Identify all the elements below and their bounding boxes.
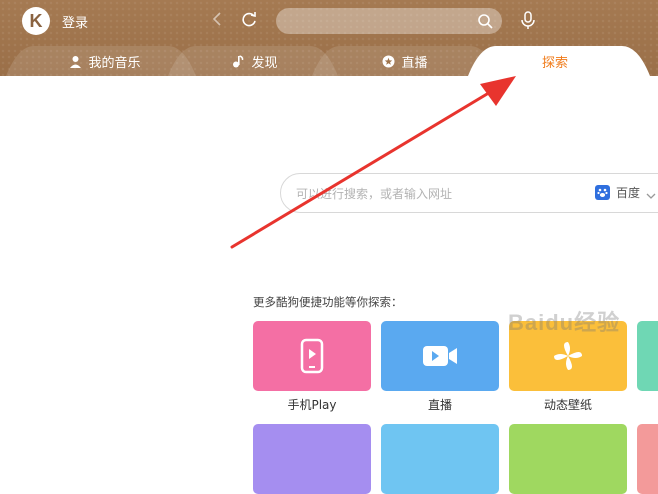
login-link[interactable]: 登录 [62, 12, 88, 31]
phone-play-icon [300, 338, 324, 374]
tile-row2-2[interactable] [381, 424, 499, 494]
chevron-down-icon [646, 189, 656, 199]
music-note-icon [232, 54, 245, 68]
tile-mobile-play[interactable] [253, 321, 371, 391]
tab-my-music[interactable]: 我的音乐 [40, 46, 170, 76]
microphone-icon[interactable] [518, 9, 538, 31]
more-features-label: 更多酷狗便捷功能等你探索： [253, 295, 403, 309]
tile-label: 手机Play [287, 398, 337, 412]
top-bar: K 登录 我的音乐 发现 直播 探索 [0, 0, 658, 76]
watermark-logo: Baidu经验 [508, 310, 621, 335]
pinwheel-icon [554, 342, 582, 370]
tab-label: 直播 [401, 55, 428, 71]
tile-partial[interactable] [637, 321, 658, 391]
explore-search-placeholder: 可以进行搜索，或者输入网址 [296, 187, 453, 201]
tile-label: 动态壁纸 [543, 398, 592, 412]
baidu-paw-icon [595, 185, 610, 200]
search-engine-label: 百度 [616, 186, 641, 200]
top-search-input[interactable] [276, 8, 502, 34]
tile-row2-3[interactable] [509, 424, 627, 494]
logo-letter: K [29, 10, 43, 31]
back-icon[interactable] [210, 9, 226, 29]
kugou-logo[interactable]: K [22, 7, 50, 35]
user-icon [69, 55, 82, 68]
search-icon[interactable] [476, 12, 494, 30]
tab-label: 探索 [541, 55, 568, 71]
tab-live[interactable]: 直播 [345, 46, 465, 76]
explore-page: 可以进行搜索，或者输入网址 百度 更多酷狗便捷功能等你探索： 手机Play 直播 [0, 76, 658, 494]
tab-label: 发现 [251, 55, 278, 71]
tile-row2-4[interactable] [637, 424, 658, 494]
search-engine-select[interactable]: 百度 [595, 184, 656, 201]
star-icon [382, 55, 395, 68]
tile-row2-1[interactable] [253, 424, 371, 494]
tab-explore[interactable]: 探索 [500, 46, 610, 76]
tab-label: 我的音乐 [88, 55, 141, 71]
refresh-icon[interactable] [238, 8, 260, 30]
tile-live[interactable] [381, 321, 499, 391]
explore-search-input[interactable]: 可以进行搜索，或者输入网址 百度 [280, 173, 658, 213]
video-camera-icon [423, 346, 457, 366]
tile-label: 直播 [427, 398, 452, 412]
tab-discover[interactable]: 发现 [200, 46, 310, 76]
